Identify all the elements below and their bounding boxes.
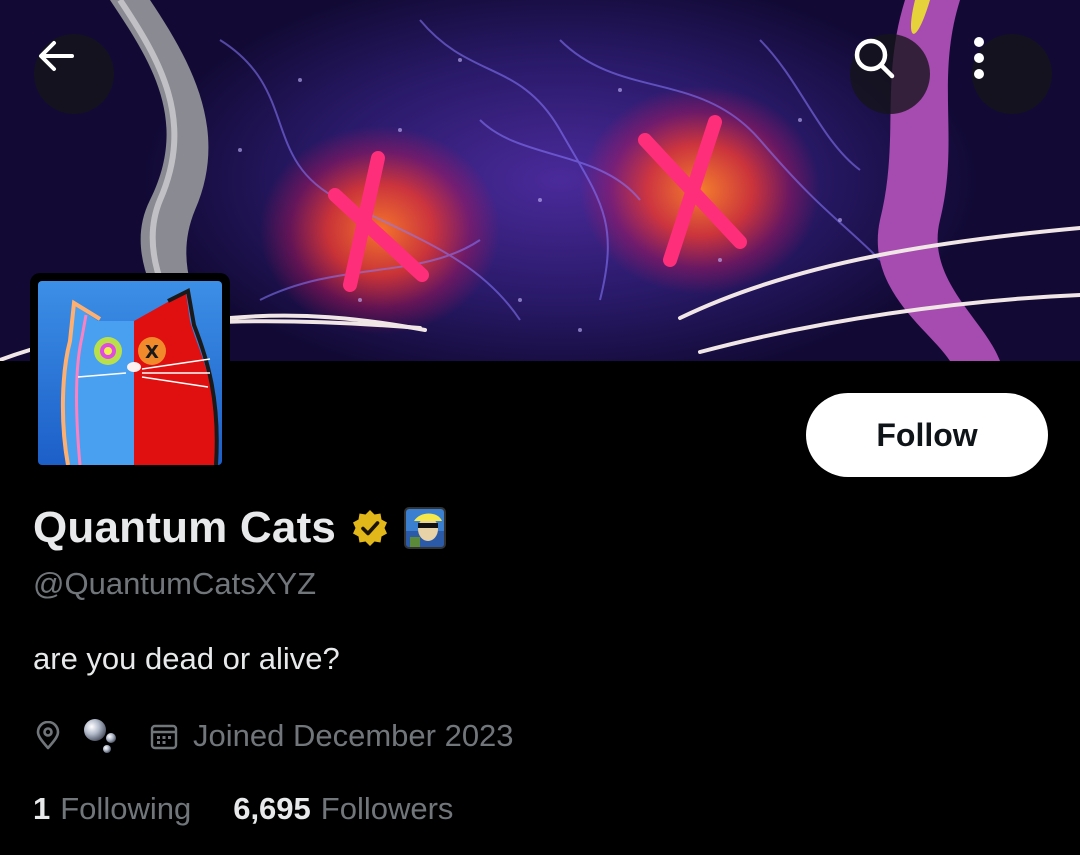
profile-avatar[interactable]: X (30, 273, 230, 473)
profile-meta-row: Joined December 2023 (33, 716, 514, 756)
affiliate-avatar-icon (406, 509, 445, 547)
following-count: 1 (33, 791, 51, 826)
follow-button[interactable]: Follow (806, 393, 1048, 477)
profile-handle: @QuantumCatsXYZ (33, 566, 317, 601)
avatar-image: X (38, 281, 222, 465)
follow-button-label: Follow (876, 416, 978, 453)
back-button[interactable] (34, 34, 114, 114)
following-label: Following (60, 791, 192, 826)
location-pin-icon (36, 721, 60, 750)
svg-text:X: X (145, 342, 159, 363)
more-options-button[interactable] (972, 34, 1052, 114)
profile-stats-row: 1 Following 6,695 Followers (33, 791, 453, 827)
more-vertical-icon (974, 37, 984, 79)
display-name: Quantum Cats (33, 503, 337, 552)
cat-avatar-icon: X (38, 281, 222, 465)
bubbles-icon (84, 719, 116, 753)
affiliate-badge[interactable] (404, 507, 447, 549)
verified-badge-icon[interactable] (350, 508, 390, 548)
search-icon (854, 38, 895, 79)
profile-name-row: Quantum Cats (33, 502, 447, 554)
search-button[interactable] (850, 34, 930, 114)
followers-link[interactable]: 6,695 Followers (233, 791, 453, 827)
profile-bio: are you dead or alive? (33, 641, 340, 676)
joined-date: Joined December 2023 (193, 718, 514, 753)
followers-label: Followers (320, 791, 454, 826)
following-link[interactable]: 1 Following (33, 791, 191, 827)
followers-count: 6,695 (233, 791, 311, 826)
arrow-left-icon (39, 41, 74, 71)
calendar-icon (150, 724, 178, 750)
